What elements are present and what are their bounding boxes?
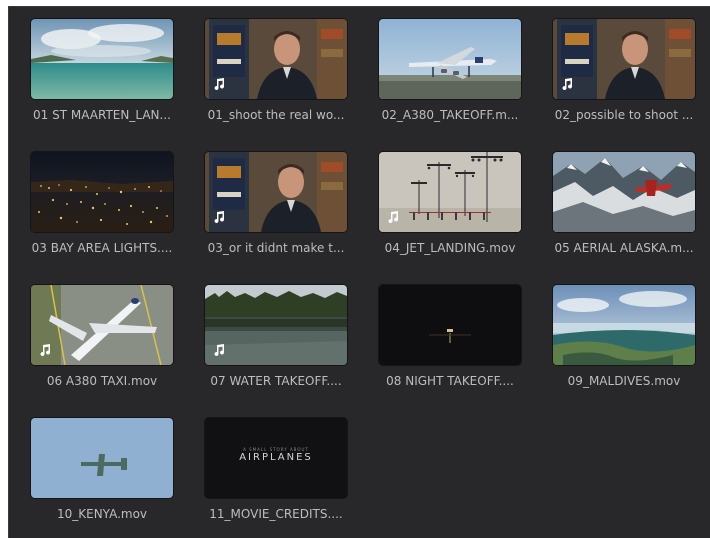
interview-scene-thumbnail[interactable] bbox=[205, 19, 347, 99]
clip-name-label: 11_MOVIE_CREDITS.... bbox=[209, 507, 343, 521]
beach-scene-thumbnail[interactable] bbox=[31, 19, 173, 99]
clip-name-label: 03 BAY AREA LIGHTS.... bbox=[31, 241, 173, 255]
clip-name-label: 08 NIGHT TAKEOFF.... bbox=[386, 374, 514, 388]
clip-08-night-takeoff[interactable]: 08 NIGHT TAKEOFF.... bbox=[357, 273, 527, 401]
clip-name-label: 09_MALDIVES.mov bbox=[567, 374, 681, 388]
approach-lights-scene-thumbnail[interactable] bbox=[379, 152, 521, 232]
airplane-taxi-scene-thumbnail[interactable] bbox=[31, 285, 173, 365]
city-lights-scene-thumbnail[interactable] bbox=[31, 152, 173, 232]
night-runway-scene-thumbnail[interactable] bbox=[379, 285, 521, 365]
media-pool-panel: 01 ST MAARTEN_LAN... 01_shoot the real w… bbox=[8, 6, 710, 538]
clip-01-shoot-the-real[interactable]: 01_shoot the real wo... bbox=[183, 7, 353, 135]
audio-note-icon bbox=[212, 77, 226, 91]
sky-plane-scene-thumbnail[interactable] bbox=[31, 418, 173, 498]
clip-02-possible-to-shoot[interactable]: 02_possible to shoot ... bbox=[531, 7, 701, 135]
clip-06-a380-taxi[interactable]: 06 A380 TAXI.mov bbox=[9, 273, 179, 401]
credits-title-scene-thumbnail[interactable]: A SMALL STORY ABOUT AIRPLANES bbox=[205, 418, 347, 498]
audio-note-icon bbox=[212, 210, 226, 224]
clip-name-label: 07 WATER TAKEOFF.... bbox=[210, 374, 342, 388]
clip-03-bay-area-lights[interactable]: 03 BAY AREA LIGHTS.... bbox=[9, 140, 179, 268]
audio-note-icon bbox=[560, 77, 574, 91]
clip-name-label: 02_A380_TAKEOFF.m... bbox=[381, 108, 519, 122]
interview-scene-thumbnail[interactable] bbox=[553, 19, 695, 99]
credits-title-text: AIRPLANES bbox=[239, 452, 313, 463]
clip-name-label: 06 A380 TAXI.mov bbox=[46, 374, 158, 388]
airplane-takeoff-scene-thumbnail[interactable] bbox=[379, 19, 521, 99]
reef-scene-thumbnail[interactable] bbox=[553, 285, 695, 365]
clip-name-label: 04_JET_LANDING.mov bbox=[384, 241, 516, 255]
clip-04-jet-landing[interactable]: 04_JET_LANDING.mov bbox=[357, 140, 527, 268]
clip-10-kenya[interactable]: 10_KENYA.mov bbox=[9, 406, 179, 534]
clip-03-or-it-didnt[interactable]: 03_or it didnt make t... bbox=[183, 140, 353, 268]
clip-05-aerial-alaska[interactable]: 05 AERIAL ALASKA.m... bbox=[531, 140, 701, 268]
audio-note-icon bbox=[386, 210, 400, 224]
audio-note-icon bbox=[212, 343, 226, 357]
clip-name-label: 01 ST MAARTEN_LAN... bbox=[33, 108, 171, 122]
clip-name-label: 01_shoot the real wo... bbox=[207, 108, 345, 122]
audio-note-icon bbox=[38, 343, 52, 357]
clip-09-maldives[interactable]: 09_MALDIVES.mov bbox=[531, 273, 701, 401]
clip-11-movie-credits[interactable]: A SMALL STORY ABOUT AIRPLANES 11_MOVIE_C… bbox=[183, 406, 353, 534]
clip-01-st-maarten[interactable]: 01 ST MAARTEN_LAN... bbox=[9, 7, 179, 135]
clip-07-water-takeoff[interactable]: 07 WATER TAKEOFF.... bbox=[183, 273, 353, 401]
clip-name-label: 05 AERIAL ALASKA.m... bbox=[554, 241, 694, 255]
mountain-plane-scene-thumbnail[interactable] bbox=[553, 152, 695, 232]
clip-name-label: 10_KENYA.mov bbox=[56, 507, 148, 521]
clip-02-a380-takeoff[interactable]: 02_A380_TAKEOFF.m... bbox=[357, 7, 527, 135]
clip-name-label: 03_or it didnt make t... bbox=[207, 241, 345, 255]
clip-name-label: 02_possible to shoot ... bbox=[554, 108, 694, 122]
lake-forest-scene-thumbnail[interactable] bbox=[205, 285, 347, 365]
interview-scene-thumbnail[interactable] bbox=[205, 152, 347, 232]
